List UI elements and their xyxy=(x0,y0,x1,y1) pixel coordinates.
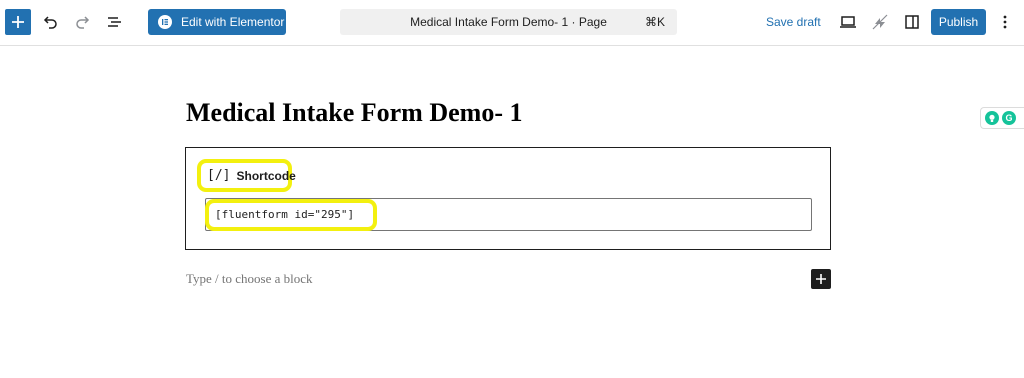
block-appender-placeholder[interactable]: Type / to choose a block xyxy=(186,271,313,287)
block-inserter-button[interactable] xyxy=(5,9,31,35)
redo-button[interactable] xyxy=(72,11,94,33)
document-bar[interactable]: Medical Intake Form Demo- 1 · Page ⌘K xyxy=(340,9,677,35)
publish-button[interactable]: Publish xyxy=(931,9,986,35)
undo-button[interactable] xyxy=(39,11,61,33)
shortcode-icon: [/] xyxy=(207,168,231,183)
shortcode-value: [fluentform id="295"] xyxy=(215,208,355,221)
list-view-icon xyxy=(108,17,121,27)
document-title: Medical Intake Form Demo- 1 · Page xyxy=(410,15,607,29)
sidebar-icon xyxy=(905,15,919,29)
edit-with-elementor-button[interactable]: Edit with Elementor xyxy=(148,9,286,35)
add-block-button[interactable] xyxy=(811,269,831,289)
shortcode-block-label: [/] Shortcode xyxy=(197,159,296,192)
save-draft-button[interactable]: Save draft xyxy=(766,15,821,29)
lightbulb-icon xyxy=(985,111,999,125)
elementor-icon xyxy=(158,15,172,29)
shortcode-label-text: Shortcode xyxy=(236,168,296,183)
lightning-icon xyxy=(872,14,888,30)
editor-toolbar: Edit with Elementor Medical Intake Form … xyxy=(0,0,1024,46)
plus-icon xyxy=(12,16,24,28)
preview-button[interactable] xyxy=(837,11,859,33)
post-title[interactable]: Medical Intake Form Demo- 1 xyxy=(186,98,522,128)
redo-icon xyxy=(76,16,90,29)
undo-icon xyxy=(43,16,57,29)
options-menu-button[interactable] xyxy=(994,11,1016,33)
desktop-icon xyxy=(840,16,856,28)
grammarly-widget[interactable]: G xyxy=(980,107,1024,129)
plus-icon xyxy=(816,274,826,284)
document-overview-button[interactable] xyxy=(104,11,126,33)
command-shortcut: ⌘K xyxy=(644,15,665,29)
edit-with-elementor-label: Edit with Elementor xyxy=(181,15,285,29)
jetpack-button[interactable] xyxy=(869,11,891,33)
grammarly-icon: G xyxy=(1002,111,1016,125)
more-vertical-icon xyxy=(1003,15,1007,29)
settings-sidebar-button[interactable] xyxy=(901,11,923,33)
